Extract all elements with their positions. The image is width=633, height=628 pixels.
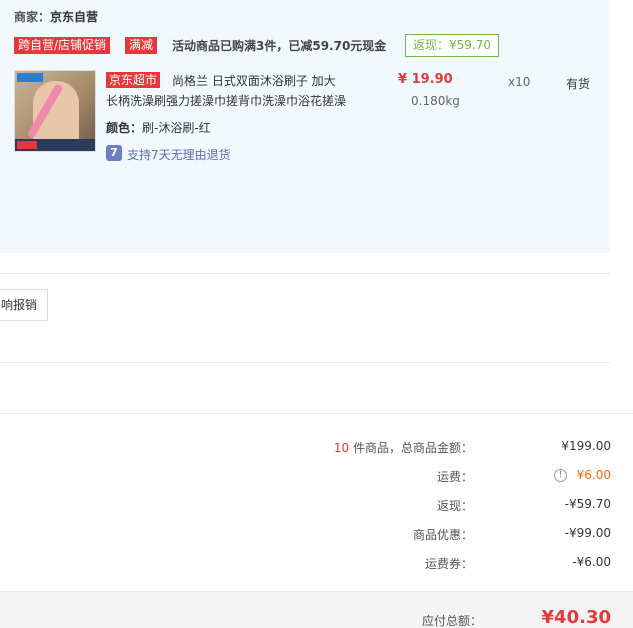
promo-tag-discount: 满减 (125, 37, 158, 54)
coupon-label: 运费券： (424, 557, 473, 571)
product-quantity: x10 (508, 75, 531, 89)
divider (0, 413, 633, 414)
seller-label: 商家： (14, 10, 51, 24)
goods-count: 10 (333, 441, 350, 455)
summary-rebate: 返现： -¥59.70 (111, 497, 611, 515)
invoice-button[interactable]: 响报销 (0, 289, 48, 321)
promo-tag-store: 跨自营/店铺促销 (14, 37, 111, 54)
shipping-value: ¥6.00 (576, 468, 611, 482)
stock-status: 有货 (566, 77, 591, 91)
product-title-line1[interactable]: 尚格兰 日式双面沐浴刷子 加大 (172, 72, 336, 89)
rebate-label: 返现： (436, 499, 473, 513)
color-label: 颜色： (106, 121, 143, 135)
promotion-row: 跨自营/店铺促销 满减 活动商品已购满3件，已减59.70元现金 返现：¥59.… (14, 34, 604, 57)
color-value: 刷-沐浴刷-红 (142, 121, 211, 135)
product-image-price-tag (17, 141, 37, 149)
discount-value: -¥99.00 (564, 526, 611, 540)
summary-goods-total: 10 件商品，总商品金额： ¥199.00 (111, 439, 611, 457)
rebate-value: -¥59.70 (564, 497, 611, 511)
jd-supermarket-tag: 京东超市 (106, 72, 161, 88)
seller-info: 商家：京东自营 (14, 8, 98, 25)
seller-name[interactable]: 京东自营 (50, 10, 98, 24)
product-weight: 0.180kg (411, 94, 460, 108)
rebate-badge: 返现：¥59.70 (405, 34, 499, 57)
goods-count-label: 10 件商品，总商品金额： (333, 441, 473, 455)
seven-day-return-icon: 7 (106, 145, 122, 161)
divider (0, 273, 610, 274)
product-thumbnail[interactable] (14, 70, 96, 152)
promo-description: 活动商品已购满3件，已减59.70元现金 (172, 39, 387, 53)
product-color: 颜色：刷-沐浴刷-红 (106, 119, 211, 136)
summary-discount: 商品优惠： -¥99.00 (111, 526, 611, 544)
order-item-panel: 商家：京东自营 跨自营/店铺促销 满减 活动商品已购满3件，已减59.70元现金… (0, 0, 610, 253)
total-value: ¥40.30 (541, 607, 611, 628)
discount-label: 商品优惠： (412, 528, 473, 542)
total-bar: 应付总额： ¥40.30 (0, 591, 633, 628)
coupon-value: -¥6.00 (572, 555, 611, 569)
product-image-logo (17, 73, 43, 82)
summary-shipping-coupon: 运费券： -¥6.00 (111, 555, 611, 573)
info-icon[interactable]: ! (554, 469, 567, 482)
shipping-label: 运费： (436, 470, 473, 484)
return-policy-text[interactable]: 支持7天无理由退货 (127, 146, 231, 163)
product-price: ¥ 19.90 (398, 72, 453, 87)
goods-total-value: ¥199.00 (561, 439, 611, 453)
total-label: 应付总额： (421, 614, 482, 628)
divider (0, 362, 610, 363)
product-title-line2[interactable]: 长柄洗澡刷强力搓澡巾搓背巾洗澡巾浴花搓澡 (106, 92, 346, 109)
summary-shipping: 运费： ! ¥6.00 (111, 468, 611, 486)
